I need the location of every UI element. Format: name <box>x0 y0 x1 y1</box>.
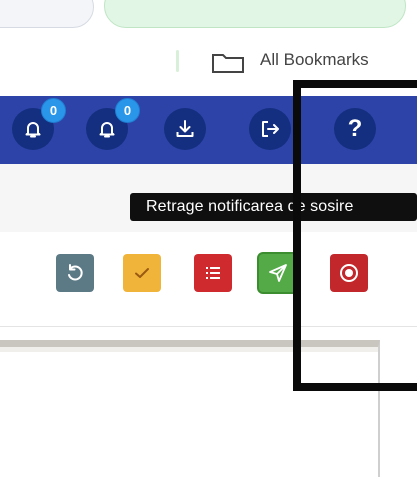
send-icon <box>269 264 287 282</box>
app-toolbar: 0 0 ? <box>0 96 417 164</box>
bell-icon <box>25 122 41 138</box>
content-divider <box>0 326 417 327</box>
panel-shadow <box>0 347 378 352</box>
help-button[interactable]: ? <box>334 108 376 150</box>
alerts-button[interactable]: 0 <box>86 98 140 150</box>
extension-bar[interactable] <box>104 0 406 28</box>
record-icon <box>340 264 358 282</box>
bell-icon <box>99 122 115 138</box>
download-icon <box>176 120 194 137</box>
download-button[interactable] <box>164 108 206 150</box>
all-bookmarks-link[interactable]: All Bookmarks <box>260 50 369 70</box>
folder-icon[interactable] <box>211 52 245 74</box>
confirm-button[interactable] <box>123 254 161 292</box>
notifications-button[interactable]: 0 <box>12 98 66 150</box>
notification-count-badge: 0 <box>41 98 66 123</box>
list-icon <box>206 267 220 279</box>
bookmarks-separator <box>176 50 179 72</box>
resend-notification-button[interactable] <box>259 254 297 292</box>
stop-button[interactable] <box>330 254 368 292</box>
undo-icon <box>68 264 83 281</box>
tooltip: Retrage notificarea de sosire <box>130 193 417 221</box>
content-panel <box>0 340 380 477</box>
logout-button[interactable] <box>249 108 291 150</box>
browser-chrome: All Bookmarks <box>0 0 417 88</box>
list-button[interactable] <box>194 254 232 292</box>
undo-button[interactable] <box>56 254 94 292</box>
check-icon <box>135 268 149 278</box>
alert-count-badge: 0 <box>115 98 140 123</box>
help-icon: ? <box>347 115 363 142</box>
tooltip-text: Retrage notificarea de sosire <box>146 198 354 215</box>
logout-icon <box>262 121 279 137</box>
address-bar[interactable] <box>0 0 94 28</box>
